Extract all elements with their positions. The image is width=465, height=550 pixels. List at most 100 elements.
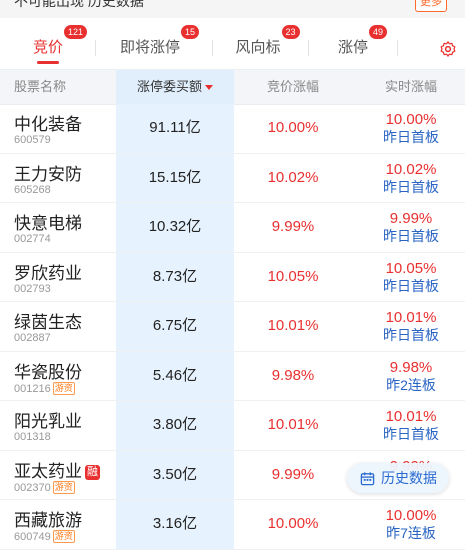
stock-name-text: 绿茵生态 [14,313,82,332]
tab-bar: 竞价 121 即将涨停 15 风向标 23 涨停 49 [0,18,465,68]
tab-divider [212,40,213,56]
realtime-change: 10.01% [385,309,437,326]
realtime-change: 10.05% [385,259,437,277]
limit-up-buy-amount: 91.11亿 [149,119,201,136]
column-header-bid-change[interactable]: 竞价涨幅 [234,70,352,104]
stock-name: 绿茵生态 [14,308,82,333]
tab-badge: 23 [281,25,300,39]
bid-change: 10.00% [267,515,319,532]
stock-code-text: 600749 [14,531,51,543]
board-streak-note: 昨日首板 [383,327,439,343]
stock-code: 001318 [14,431,51,443]
table-row[interactable]: 王力安防 605268 15.15亿 10.02% 10.02% 昨日首板 [0,153,465,203]
bid-change: 10.01% [267,416,319,433]
limit-up-buy-amount: 5.46亿 [152,366,198,384]
table-header: 股票名称 涨停委买额 竞价涨幅 实时涨幅 [0,69,465,105]
board-streak-note: 昨日首板 [383,277,439,294]
stock-name-text: 王力安防 [14,164,82,184]
bid-change: 10.02% [267,168,319,186]
stock-code: 600749 游资 [14,530,75,543]
realtime-change: 9.99% [389,210,433,227]
tab-label: 即将涨停 [119,39,180,56]
limit-up-buy-amount: 10.32亿 [148,218,202,235]
board-streak-note: 昨日首板 [383,129,439,145]
stock-code: 002774 [14,233,51,245]
more-button[interactable]: 更多 [415,0,447,12]
tab-badge: 15 [181,25,200,39]
column-header-amount[interactable]: 涨停委买额 [116,70,234,104]
tab-label: 风向标 [235,39,281,56]
stock-code-text: 002793 [14,282,51,295]
stock-name-text: 亚太药业 [14,461,82,481]
bid-change: 9.99% [271,218,315,235]
stock-code-text: 001318 [14,431,51,443]
limit-up-buy-amount: 6.75亿 [152,317,198,334]
stock-name: 亚太药业融 [14,457,100,482]
sort-desc-icon [205,85,213,91]
stock-name: 中化装备 [14,110,82,135]
board-streak-note: 昨日首板 [383,228,439,244]
tab-divider [397,40,398,56]
tab-divider [308,40,309,56]
realtime-change: 10.00% [385,507,437,524]
stock-name-text: 华瓷股份 [14,362,82,382]
tab-limit-up[interactable]: 涨停 49 [330,18,388,68]
bid-change: 9.98% [271,366,315,384]
stock-name-text: 阳光乳业 [14,412,82,431]
table-row[interactable]: 阳光乳业 001318 3.80亿 10.01% 10.01% 昨日首板 [0,401,465,451]
stock-code-text: 605268 [14,183,51,196]
table-row[interactable]: 绿茵生态 002887 6.75亿 10.01% 10.01% 昨日首板 [0,302,465,352]
history-data-button[interactable]: 历史数据 [347,463,449,493]
bid-change: 9.99% [271,465,315,483]
limit-up-buy-amount: 15.15亿 [148,168,202,186]
hot-money-tag: 游资 [52,480,75,494]
gear-icon[interactable] [439,40,457,58]
stock-name-text: 罗欣药业 [14,263,82,283]
table-row[interactable]: 西藏旅游 600749 游资 3.16亿 10.00% 10.00% 昨7连板 [0,500,465,550]
table-row[interactable]: 华瓷股份 001216 游资 5.46亿 9.98% 9.98% 昨2连板 [0,351,465,401]
tab-label: 竞价 [32,39,63,56]
board-streak-note: 昨7连板 [386,525,436,541]
tab-divider [95,40,96,56]
stock-name: 阳光乳业 [14,407,82,432]
stock-name: 华瓷股份 [14,358,82,383]
table-row[interactable]: 中化装备 600579 91.11亿 10.00% 10.00% 昨日首板 [0,104,465,154]
stock-code-text: 002370 [14,481,51,494]
board-streak-note: 昨2连板 [386,376,436,393]
stock-code-text: 001216 [14,382,51,395]
top-notice-bar: 不可能出现 历史数据 更多 [0,0,465,19]
stock-name: 西藏旅游 [14,506,82,531]
realtime-change: 10.02% [385,160,437,178]
column-header-name[interactable]: 股票名称 [14,70,114,104]
stock-name-text: 快意电梯 [14,214,82,233]
stock-name-text: 中化装备 [14,115,82,134]
realtime-change: 9.98% [389,358,433,376]
history-data-label: 历史数据 [381,470,437,486]
tab-badge: 121 [64,25,88,39]
tab-vane[interactable]: 风向标 23 [228,18,300,68]
bid-change: 10.01% [267,317,319,334]
board-streak-note: 昨日首板 [383,178,439,195]
stock-code: 002887 [14,332,51,344]
table-row[interactable]: 罗欣药业 002793 8.73亿 10.05% 10.05% 昨日首板 [0,252,465,302]
stock-name: 王力安防 [14,160,82,185]
stock-code-text: 002887 [14,332,51,344]
tab-near-limit-up[interactable]: 即将涨停 15 [112,18,200,68]
stock-code: 605268 [14,184,51,196]
bid-change: 10.00% [267,119,319,136]
stock-code: 600579 [14,134,51,146]
margin-badge: 融 [85,464,100,480]
stock-name: 快意电梯 [14,209,82,234]
tab-bidding[interactable]: 竞价 121 [20,18,88,68]
stock-code: 002793 [14,283,51,295]
top-notice-text: 不可能出现 历史数据 [14,0,144,9]
calendar-icon [360,472,375,486]
limit-up-buy-amount: 3.16亿 [152,515,198,532]
hot-money-tag: 游资 [52,381,75,395]
table-row[interactable]: 快意电梯 002774 10.32亿 9.99% 9.99% 昨日首板 [0,203,465,253]
limit-up-buy-amount: 8.73亿 [152,267,198,285]
column-header-realtime-change[interactable]: 实时涨幅 [350,70,465,104]
limit-up-buy-amount: 3.80亿 [152,416,198,433]
limit-up-buy-amount: 3.50亿 [152,465,198,483]
realtime-change: 10.01% [385,408,437,425]
